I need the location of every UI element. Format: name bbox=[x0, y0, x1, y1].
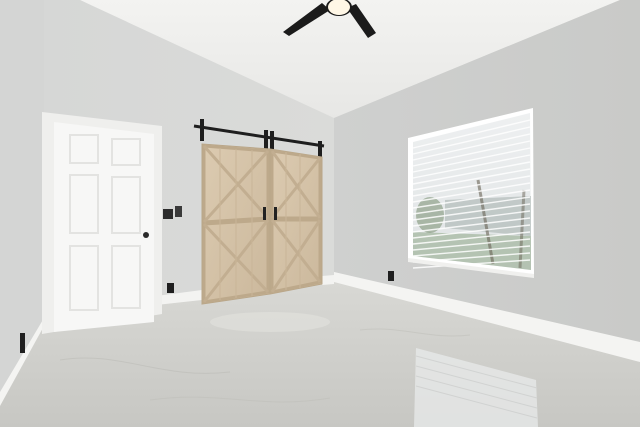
empty-room-photo bbox=[0, 0, 640, 427]
window-blinds-icon[interactable] bbox=[408, 108, 534, 278]
barn-door-handle-icon[interactable] bbox=[263, 207, 266, 220]
room-illustration bbox=[0, 0, 640, 427]
barn-door-handle-icon[interactable] bbox=[274, 207, 277, 220]
light-switch-icon[interactable] bbox=[163, 209, 173, 219]
door-knob-icon[interactable] bbox=[143, 232, 149, 238]
thermostat-icon bbox=[175, 206, 182, 217]
outlet-icon bbox=[167, 283, 174, 293]
outlet-icon bbox=[20, 333, 25, 353]
barn-door-right[interactable] bbox=[269, 148, 323, 295]
outlet-icon bbox=[388, 271, 394, 281]
barn-door-left[interactable] bbox=[201, 143, 271, 305]
baseboard-back-right bbox=[322, 275, 334, 285]
interior-door[interactable] bbox=[54, 122, 154, 332]
